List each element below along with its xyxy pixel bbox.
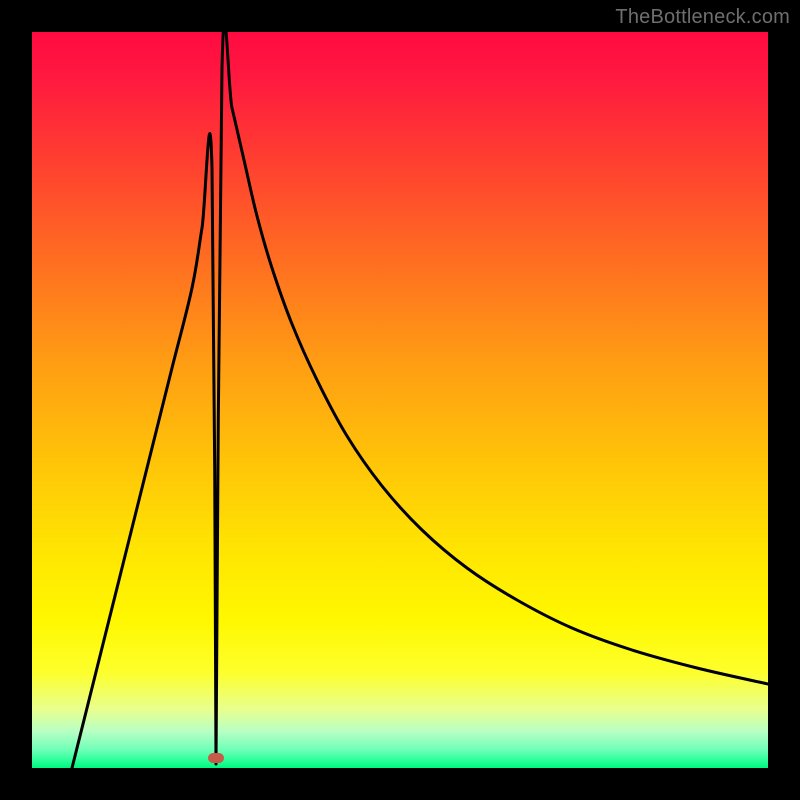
min-marker [208,753,224,763]
curve-svg [32,32,768,768]
watermark-text: TheBottleneck.com [615,6,790,29]
bottleneck-curve [72,32,768,768]
plot-area [32,32,768,768]
chart-frame: TheBottleneck.com [0,0,800,800]
